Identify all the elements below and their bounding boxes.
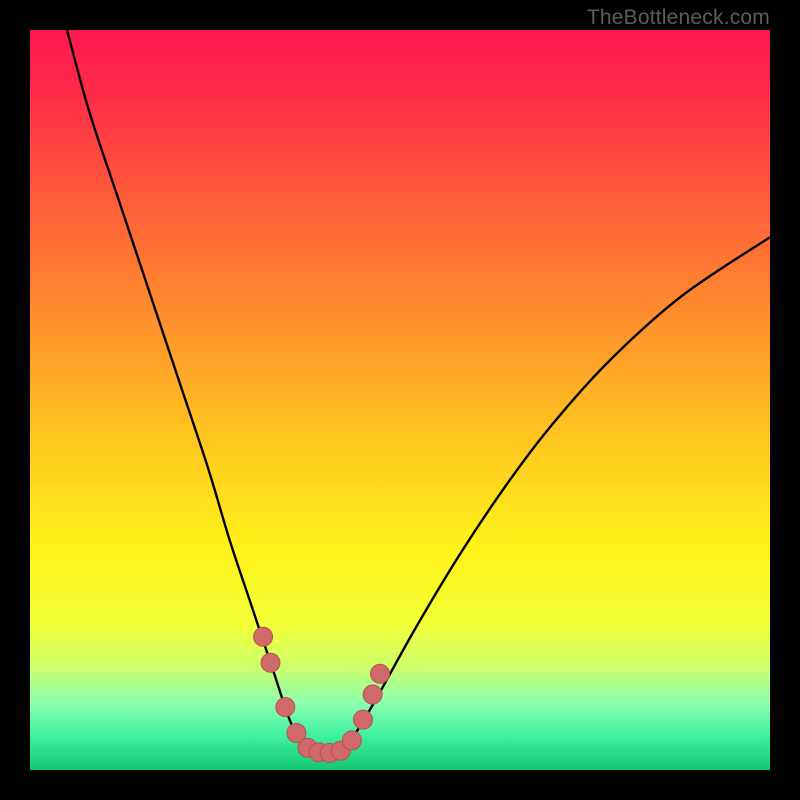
marker-point xyxy=(276,698,295,717)
chart-svg xyxy=(30,30,770,770)
watermark-text: TheBottleneck.com xyxy=(587,6,770,30)
plot-area xyxy=(30,30,770,770)
marker-point xyxy=(354,710,373,729)
marker-point xyxy=(254,627,273,646)
gradient-background xyxy=(30,30,770,770)
marker-point xyxy=(261,653,280,672)
chart-frame: TheBottleneck.com xyxy=(0,0,800,800)
marker-point xyxy=(342,731,361,750)
marker-point xyxy=(363,685,382,704)
marker-point xyxy=(371,664,390,683)
